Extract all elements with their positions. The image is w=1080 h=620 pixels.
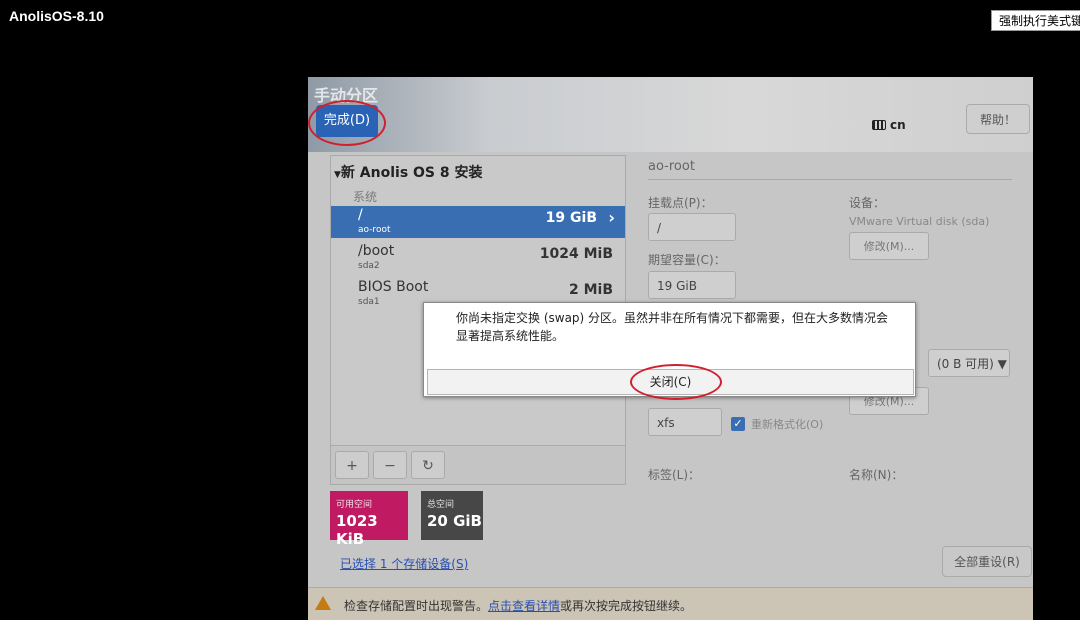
keyboard-layout-label: cn [890, 118, 906, 132]
capacity-field-label: 期望容量(C)： [648, 253, 726, 267]
partition-tree: ▼新 Anolis OS 8 安装 系统 / ao-root 19 GiB › … [330, 155, 626, 447]
remove-partition-button[interactable]: − [373, 451, 407, 479]
storage-devices-link[interactable]: 已选择 1 个存储设备(S) [340, 555, 468, 572]
keyboard-layout-indicator[interactable]: cn [872, 117, 906, 133]
mount-point-input[interactable]: / [648, 213, 736, 241]
keyboard-icon [872, 120, 886, 130]
page-title: 手动分区 [314, 86, 379, 105]
header: 手动分区 完成(D) cn 帮助！ [308, 77, 1033, 152]
mount-size: 19 GiB [545, 210, 597, 226]
force-us-keyboard-button[interactable]: 强制执行美式键 [991, 10, 1080, 31]
vm-title: AnolisOS-8.10 [9, 8, 104, 24]
dialog-close-button[interactable]: 关闭(C) [427, 369, 914, 395]
warning-details-link[interactable]: 点击查看详情 [488, 599, 560, 613]
tag-field-label: 标签(L)： [648, 468, 701, 482]
device-label: sda1 [358, 297, 380, 307]
device-field-label: 设备： [849, 196, 886, 210]
capacity-input[interactable]: 19 GiB [648, 271, 736, 299]
modify-device-button[interactable]: 修改(M)... [849, 232, 929, 260]
warning-icon [315, 596, 331, 610]
mount-row-root[interactable]: / ao-root 19 GiB › [331, 206, 625, 238]
details-divider [648, 179, 1012, 180]
total-space-value: 20 GiB [427, 512, 482, 530]
reset-all-button[interactable]: 全部重设(R) [942, 546, 1032, 577]
done-button[interactable]: 完成(D) [316, 105, 378, 137]
mount-row-boot[interactable]: /boot sda2 1024 MiB [331, 242, 625, 274]
device-label: ao-root [358, 225, 391, 235]
expand-triangle-icon: ▼ [334, 170, 341, 180]
refresh-button[interactable]: ↻ [411, 451, 445, 479]
add-partition-button[interactable]: + [335, 451, 369, 479]
mount-point-label: /boot [358, 243, 395, 259]
install-title[interactable]: ▼新 Anolis OS 8 安装 [334, 162, 483, 182]
mount-point-field-label: 挂载点(P)： [648, 196, 713, 210]
partition-toolbar: + − ↻ [330, 445, 626, 485]
details-title: ao-root [648, 159, 695, 174]
available-space-label: 可用空间 [336, 500, 373, 510]
device-value: VMware Virtual disk (sda) [849, 215, 990, 228]
reformat-label: 重新格式化(O) [751, 418, 824, 431]
dialog-message: 你尚未指定交换 (swap) 分区。虽然并非在所有情况下都需要，但在大多数情况会… [456, 311, 889, 343]
filesystem-select[interactable]: xfs [648, 408, 722, 436]
help-button[interactable]: 帮助！ [966, 104, 1030, 134]
available-space-box: 可用空间 1023 KiB [330, 491, 408, 548]
swap-warning-dialog: 你尚未指定交换 (swap) 分区。虽然并非在所有情况下都需要，但在大多数情况会… [423, 302, 916, 397]
available-space-value: 1023 KiB [336, 512, 378, 548]
mount-size: 1024 MiB [539, 246, 613, 262]
volume-group-select[interactable]: (0 B 可用) ▼ [928, 349, 1010, 377]
warning-text: 检查存储配置时出现警告。点击查看详情或再次按完成按钮继续。 [344, 599, 693, 613]
warning-bar: 检查存储配置时出现警告。点击查看详情或再次按完成按钮继续。 [308, 587, 1033, 620]
reformat-checkbox[interactable]: ✓ [731, 417, 745, 431]
device-label: sda2 [358, 261, 380, 271]
group-system-label: 系统 [353, 190, 378, 204]
chevron-right-icon: › [608, 208, 615, 227]
name-field-label: 名称(N)： [849, 468, 904, 482]
total-space-box: 总空间 20 GiB [421, 491, 483, 540]
mount-point-label: / [358, 207, 363, 223]
mount-size: 2 MiB [568, 282, 613, 298]
total-space-label: 总空间 [427, 500, 455, 510]
mount-point-label: BIOS Boot [358, 279, 429, 295]
